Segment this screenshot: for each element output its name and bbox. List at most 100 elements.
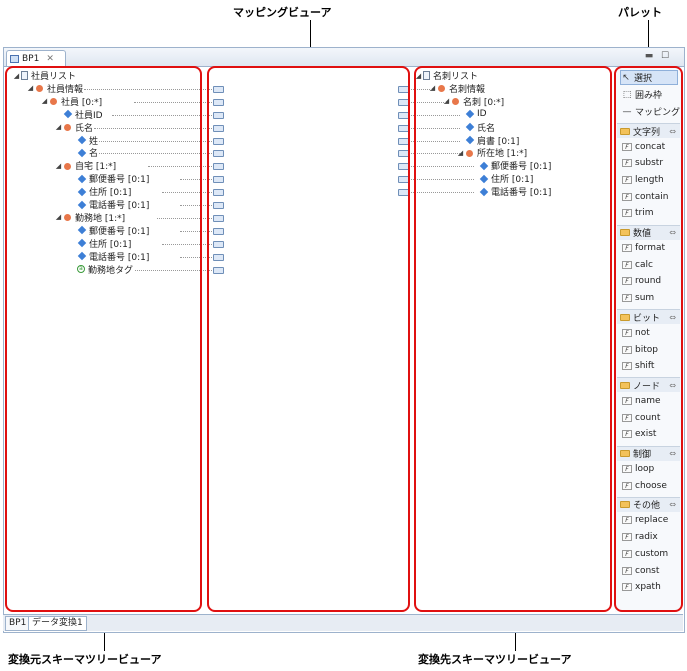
mapping-port-handle[interactable] — [398, 163, 409, 171]
mapping-port-handle[interactable] — [398, 98, 409, 106]
mapping-port-handle[interactable] — [213, 137, 224, 145]
close-icon[interactable]: ✕ — [46, 54, 54, 64]
expand-arrows-icon[interactable]: ⇔ — [669, 500, 676, 509]
mapping-port-handle[interactable] — [213, 214, 224, 222]
mapping-port-handle[interactable] — [213, 163, 224, 171]
expand-arrows-icon[interactable]: ⇔ — [669, 228, 676, 237]
mapping-port-handle[interactable] — [213, 227, 224, 235]
palette-function-item[interactable]: Fcontain — [622, 189, 668, 204]
palette-group-header[interactable]: 文字列 ⇔ — [617, 123, 680, 138]
tree-node[interactable]: ◢ 名刺 [0:*] — [442, 95, 504, 108]
tree-node[interactable]: ◢ 勤務地 [1:*] — [54, 211, 125, 224]
collapse-triangle-icon[interactable]: ◢ — [54, 162, 63, 170]
mapping-port-handle[interactable] — [398, 137, 409, 145]
expand-arrows-icon[interactable]: ⇔ — [669, 449, 676, 458]
tree-node[interactable]: ◢ 所在地 [1:*] — [456, 146, 527, 160]
palette-function-item[interactable]: Fcount — [622, 410, 660, 425]
collapse-triangle-icon[interactable]: ◢ — [54, 213, 63, 221]
collapse-triangle-icon[interactable]: ◢ — [40, 97, 49, 105]
palette-tool-select[interactable]: ↖ 選択 — [620, 70, 678, 85]
palette-function-item[interactable]: Fshift — [622, 359, 654, 374]
palette-function-item[interactable]: Fround — [622, 274, 661, 289]
source-schema-tree[interactable] — [6, 67, 203, 612]
tree-node[interactable]: 電話番号 [0:1] — [470, 185, 551, 198]
palette-function-item[interactable]: Floop — [622, 462, 654, 477]
tree-node[interactable]: 社員ID — [54, 108, 103, 121]
palette-function-item[interactable]: Fconst — [622, 563, 659, 578]
mapping-port-handle[interactable] — [398, 124, 409, 132]
mapping-port-handle[interactable] — [213, 85, 224, 93]
palette-function-item[interactable]: Fradix — [622, 530, 658, 545]
collapse-triangle-icon[interactable]: ◢ — [12, 72, 21, 80]
palette-function-item[interactable]: Fchoose — [622, 478, 667, 493]
mapping-port-handle[interactable] — [213, 150, 224, 158]
tree-node[interactable]: 名 — [68, 146, 98, 159]
palette-function-item[interactable]: Freplace — [622, 513, 668, 528]
tree-node[interactable]: 姓 — [68, 134, 98, 147]
mapping-port-handle[interactable] — [213, 124, 224, 132]
palette-group-header[interactable]: その他 ⇔ — [617, 496, 680, 512]
palette-group-header[interactable]: ビット ⇔ — [617, 309, 680, 325]
mapping-port-handle[interactable] — [398, 150, 409, 158]
mapping-port-handle[interactable] — [213, 266, 224, 274]
palette-function-item[interactable]: Fformat — [622, 241, 665, 256]
tree-node[interactable]: 電話番号 [0:1] — [68, 198, 149, 211]
mapping-port-handle[interactable] — [398, 85, 409, 93]
palette-tool-mapping[interactable]: — マッピング — [622, 104, 681, 119]
bottom-tab-bp1[interactable]: BP1 — [5, 616, 31, 631]
tree-node[interactable]: ◢ 社員リスト — [12, 69, 76, 82]
mapping-port-handle[interactable] — [398, 176, 409, 184]
palette-function-item[interactable]: Flength — [622, 172, 664, 187]
editor-tab-bp1[interactable]: BP1 ✕ — [6, 50, 66, 66]
palette-group-header[interactable]: ノード ⇔ — [617, 377, 680, 393]
tree-node[interactable]: ◢ 自宅 [1:*] — [54, 159, 116, 173]
tree-node[interactable]: 住所 [0:1] — [68, 237, 131, 250]
collapse-triangle-icon[interactable]: ◢ — [54, 123, 63, 131]
mapping-port-handle[interactable] — [213, 98, 224, 106]
palette-group-header[interactable]: 数値 ⇔ — [617, 224, 680, 240]
tree-node[interactable]: 住所 [0:1] — [68, 185, 131, 198]
palette-function-item[interactable]: Fexist — [622, 427, 656, 442]
bottom-tab-data-transform[interactable]: データ変換1 — [28, 616, 87, 631]
mapping-port-handle[interactable] — [213, 253, 224, 261]
tree-node[interactable]: 電話番号 [0:1] — [68, 250, 149, 263]
palette-function-item[interactable]: Fconcat — [622, 139, 665, 154]
palette-group-header[interactable]: 制御 ⇔ — [617, 445, 680, 461]
tree-node[interactable]: ◢ 名刺情報 — [428, 82, 485, 95]
mapping-port-handle[interactable] — [213, 240, 224, 248]
collapse-triangle-icon[interactable]: ◢ — [414, 72, 423, 80]
palette-function-item[interactable]: Fsum — [622, 291, 654, 306]
palette-function-item[interactable]: Fcalc — [622, 257, 653, 272]
expand-arrows-icon[interactable]: ⇔ — [669, 313, 676, 322]
tree-node[interactable]: 郵便番号 [0:1] — [68, 224, 149, 237]
mapping-port-handle[interactable] — [213, 111, 224, 119]
palette-function-item[interactable]: Fbitop — [622, 342, 658, 357]
palette-function-item[interactable]: Ftrim — [622, 206, 654, 221]
tree-node[interactable]: a 勤務地タグ — [68, 263, 133, 276]
collapse-triangle-icon[interactable]: ◢ — [26, 84, 35, 92]
palette-function-item[interactable]: Fxpath — [622, 580, 661, 595]
tree-node[interactable]: ◢ 社員 [0:*] — [40, 95, 102, 108]
tree-node[interactable]: 氏名 — [456, 121, 495, 134]
maximize-icon[interactable]: ☐ — [660, 51, 670, 61]
expand-arrows-icon[interactable]: ⇔ — [669, 127, 676, 136]
tree-node[interactable]: 郵便番号 [0:1] — [470, 159, 551, 172]
mapping-canvas[interactable] — [208, 67, 410, 612]
expand-arrows-icon[interactable]: ⇔ — [669, 381, 676, 390]
mapping-port-handle[interactable] — [213, 189, 224, 197]
mapping-port-handle[interactable] — [398, 189, 409, 197]
tree-node[interactable]: ◢ 社員情報 — [26, 82, 83, 95]
tree-node[interactable]: 郵便番号 [0:1] — [68, 172, 149, 185]
minimize-icon[interactable]: ▬ — [644, 51, 654, 61]
tree-node[interactable]: ◢ 名刺リスト — [414, 69, 478, 82]
palette-function-item[interactable]: Fname — [622, 393, 661, 408]
palette-function-item[interactable]: Fcustom — [622, 546, 668, 561]
tree-node[interactable]: 肩書 [0:1] — [456, 134, 519, 147]
palette-function-item[interactable]: Fsubstr — [622, 156, 663, 171]
mapping-port-handle[interactable] — [213, 202, 224, 209]
tree-node[interactable]: 住所 [0:1] — [470, 172, 533, 185]
tree-node[interactable]: ID — [456, 108, 487, 121]
palette-function-item[interactable]: Fnot — [622, 325, 650, 340]
tree-node[interactable]: ◢ 氏名 — [54, 121, 93, 134]
palette-tool-marquee[interactable]: ⬚ 囲み枠 — [622, 87, 662, 102]
